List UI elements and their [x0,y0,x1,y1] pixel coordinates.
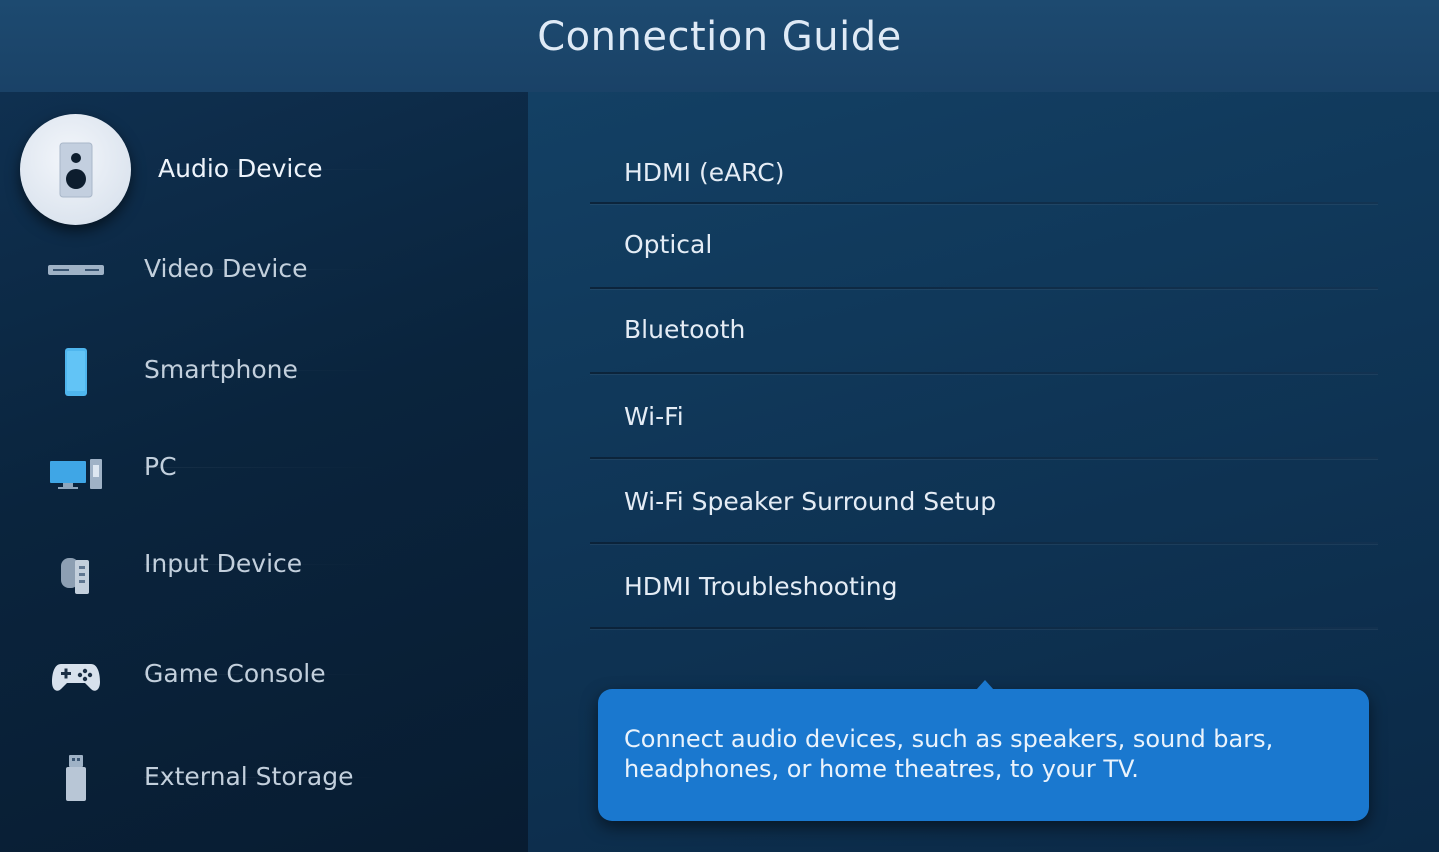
smartphone-icon [36,332,116,412]
sidebar-item-label: Audio Device [158,154,398,183]
option-hdmi-earc[interactable]: HDMI (eARC) [590,130,1378,204]
sidebar-item-label: External Storage [144,762,384,791]
option-label: Wi-Fi Speaker Surround Setup [624,487,997,516]
option-wifi-speaker-surround-setup[interactable]: Wi-Fi Speaker Surround Setup [590,459,1378,544]
sidebar-item-label: Input Device [144,549,385,578]
tooltip-text: Connect audio devices, such as speakers,… [624,725,1274,783]
sidebar-item-label: Game Console [144,659,384,688]
option-label: HDMI Troubleshooting [624,572,898,601]
option-optical[interactable]: Optical [590,204,1378,289]
video-device-icon [36,230,116,310]
sidebar-item-input-device[interactable]: Input Device [0,535,528,615]
description-tooltip: Connect audio devices, such as speakers,… [598,680,1369,821]
page-title: Connection Guide [537,14,902,60]
sidebar-item-smartphone[interactable]: Smartphone [0,332,528,412]
gamepad-icon [36,637,116,717]
option-label: HDMI (eARC) [624,158,785,187]
option-bluetooth[interactable]: Bluetooth [590,289,1378,374]
pc-icon [36,434,116,514]
option-label: Optical [624,230,713,259]
sidebar-item-pc[interactable]: PC [0,434,528,514]
input-device-icon [36,535,116,615]
sidebar-item-label: Smartphone [144,355,384,384]
speaker-icon [20,114,131,225]
sidebar-item-game-console[interactable]: Game Console [0,637,528,717]
divider [590,627,1378,629]
option-hdmi-troubleshooting[interactable]: HDMI Troubleshooting [590,544,1378,629]
sidebar-item-external-storage[interactable]: External Storage [0,738,528,818]
sidebar-item-audio-device[interactable]: Audio Device [0,114,528,225]
sidebar-item-label: Video Device [144,254,384,283]
sidebar-item-video-device[interactable]: Video Device [0,230,528,310]
header-bar: Connection Guide [0,0,1439,92]
option-wifi[interactable]: Wi-Fi [590,374,1378,459]
usb-storage-icon [36,738,116,818]
option-label: Bluetooth [624,315,746,344]
sidebar-item-label: PC [144,452,381,481]
option-label: Wi-Fi [624,402,684,431]
